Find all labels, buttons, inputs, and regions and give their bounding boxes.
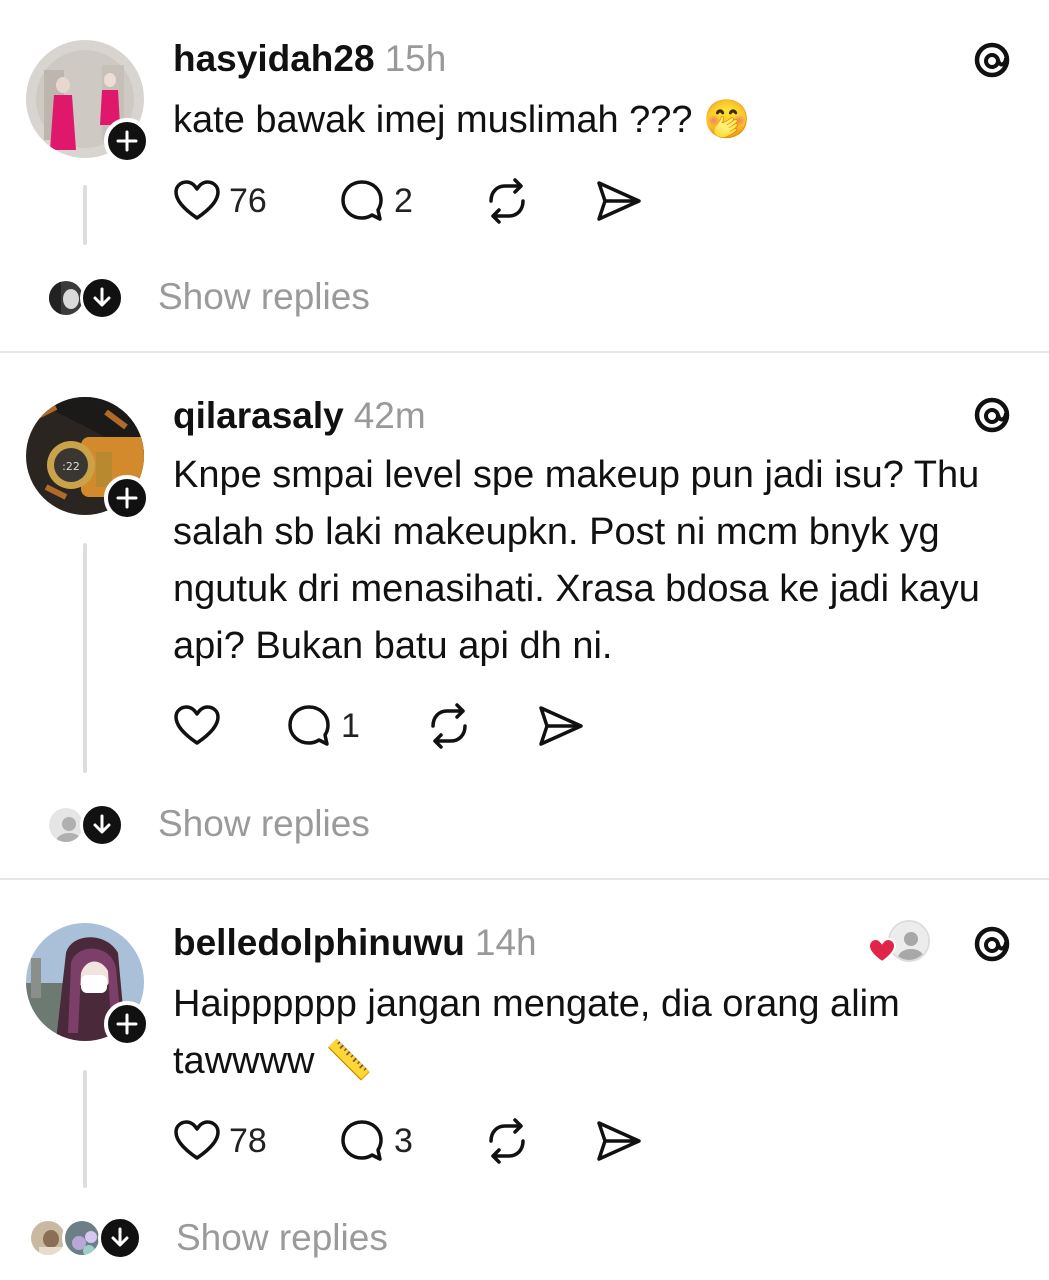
username[interactable]: hasyidah28 xyxy=(173,38,375,79)
heart-icon xyxy=(174,705,220,745)
post-header: hasyidah28 15h xyxy=(173,38,446,80)
arrow-down-icon xyxy=(80,803,124,847)
post-text: Haipppppp jangan mengate, dia orang alim… xyxy=(173,983,900,1082)
threads-icon[interactable] xyxy=(970,393,1014,437)
share-icon xyxy=(539,706,583,746)
like-count: 78 xyxy=(229,1121,267,1160)
follow-plus-icon[interactable] xyxy=(104,118,150,164)
like-button[interactable]: 78 xyxy=(173,1116,267,1166)
post-header: belledolphinuwu 14h xyxy=(173,922,537,964)
post-hasyidah28: hasyidah28 15h kate bawak imej muslimah ?… xyxy=(0,0,1049,352)
action-bar: 1 xyxy=(173,701,673,751)
post-qilarasaly: :22 qilarasaly 42m Knpe smpai level spe m… xyxy=(0,353,1049,879)
arrow-down-icon xyxy=(80,276,124,320)
username[interactable]: qilarasaly xyxy=(173,395,344,436)
like-button[interactable]: 76 xyxy=(173,176,267,226)
threads-icon[interactable] xyxy=(970,38,1014,82)
action-bar: 76 2 xyxy=(173,176,673,226)
like-button[interactable] xyxy=(173,701,229,751)
reply-button[interactable]: 1 xyxy=(285,701,360,751)
post-header: qilarasaly 42m xyxy=(173,395,426,437)
reply-count: 1 xyxy=(341,706,360,745)
share-button[interactable] xyxy=(535,701,585,751)
replier-avatar xyxy=(62,1218,102,1258)
post-text: kate bawak imej muslimah ??? 🤭 xyxy=(173,99,751,141)
like-count: 76 xyxy=(229,181,267,220)
show-replies-link[interactable]: Show replies xyxy=(158,276,370,318)
liked-by-author-indicator xyxy=(866,920,936,968)
repost-button[interactable] xyxy=(425,701,473,751)
share-button[interactable] xyxy=(593,1116,643,1166)
show-replies-link[interactable]: Show replies xyxy=(158,803,370,845)
repost-button[interactable] xyxy=(483,1116,531,1166)
svg-text::22: :22 xyxy=(62,460,80,473)
arrow-down-icon xyxy=(98,1216,142,1260)
reply-button[interactable]: 2 xyxy=(338,176,413,226)
action-bar: 78 3 xyxy=(173,1116,673,1166)
show-replies-link[interactable]: Show replies xyxy=(176,1217,388,1259)
reply-count: 3 xyxy=(394,1121,413,1160)
repost-icon xyxy=(489,1118,525,1164)
reply-button[interactable]: 3 xyxy=(338,1116,413,1166)
reply-count: 2 xyxy=(394,181,413,220)
comment-icon xyxy=(341,1120,383,1161)
post-text: Knpe smpai level spe makeup pun jadi isu… xyxy=(173,454,980,667)
show-replies-row[interactable]: Show replies xyxy=(0,797,500,857)
repost-icon xyxy=(431,703,467,749)
share-icon xyxy=(597,181,641,221)
heart-icon xyxy=(174,180,220,220)
comment-icon xyxy=(341,180,383,221)
comment-icon xyxy=(288,705,330,746)
repost-icon xyxy=(489,178,525,224)
show-replies-row[interactable]: Show replies xyxy=(0,1208,520,1270)
repost-button[interactable] xyxy=(483,176,531,226)
post-belledolphinuwu: belledolphinuwu 14h Haipppppp jangan meng… xyxy=(0,880,1049,1280)
thread-line xyxy=(83,185,87,245)
follow-plus-icon[interactable] xyxy=(104,1001,150,1047)
heart-icon xyxy=(174,1120,220,1160)
threads-icon[interactable] xyxy=(970,922,1014,966)
ruler-emoji: 📏 xyxy=(325,1040,373,1082)
timestamp: 15h xyxy=(384,38,447,79)
heart-icon xyxy=(868,938,896,964)
share-button[interactable] xyxy=(593,176,643,226)
thread-line xyxy=(83,543,87,773)
thread-line xyxy=(83,1070,87,1188)
share-icon xyxy=(597,1121,641,1161)
timestamp: 42m xyxy=(353,395,426,436)
username[interactable]: belledolphinuwu xyxy=(173,922,465,963)
timestamp: 14h xyxy=(474,922,537,963)
show-replies-row[interactable]: Show replies xyxy=(0,270,500,330)
follow-plus-icon[interactable] xyxy=(104,475,150,521)
face-with-hand-over-mouth-emoji: 🤭 xyxy=(703,99,751,141)
